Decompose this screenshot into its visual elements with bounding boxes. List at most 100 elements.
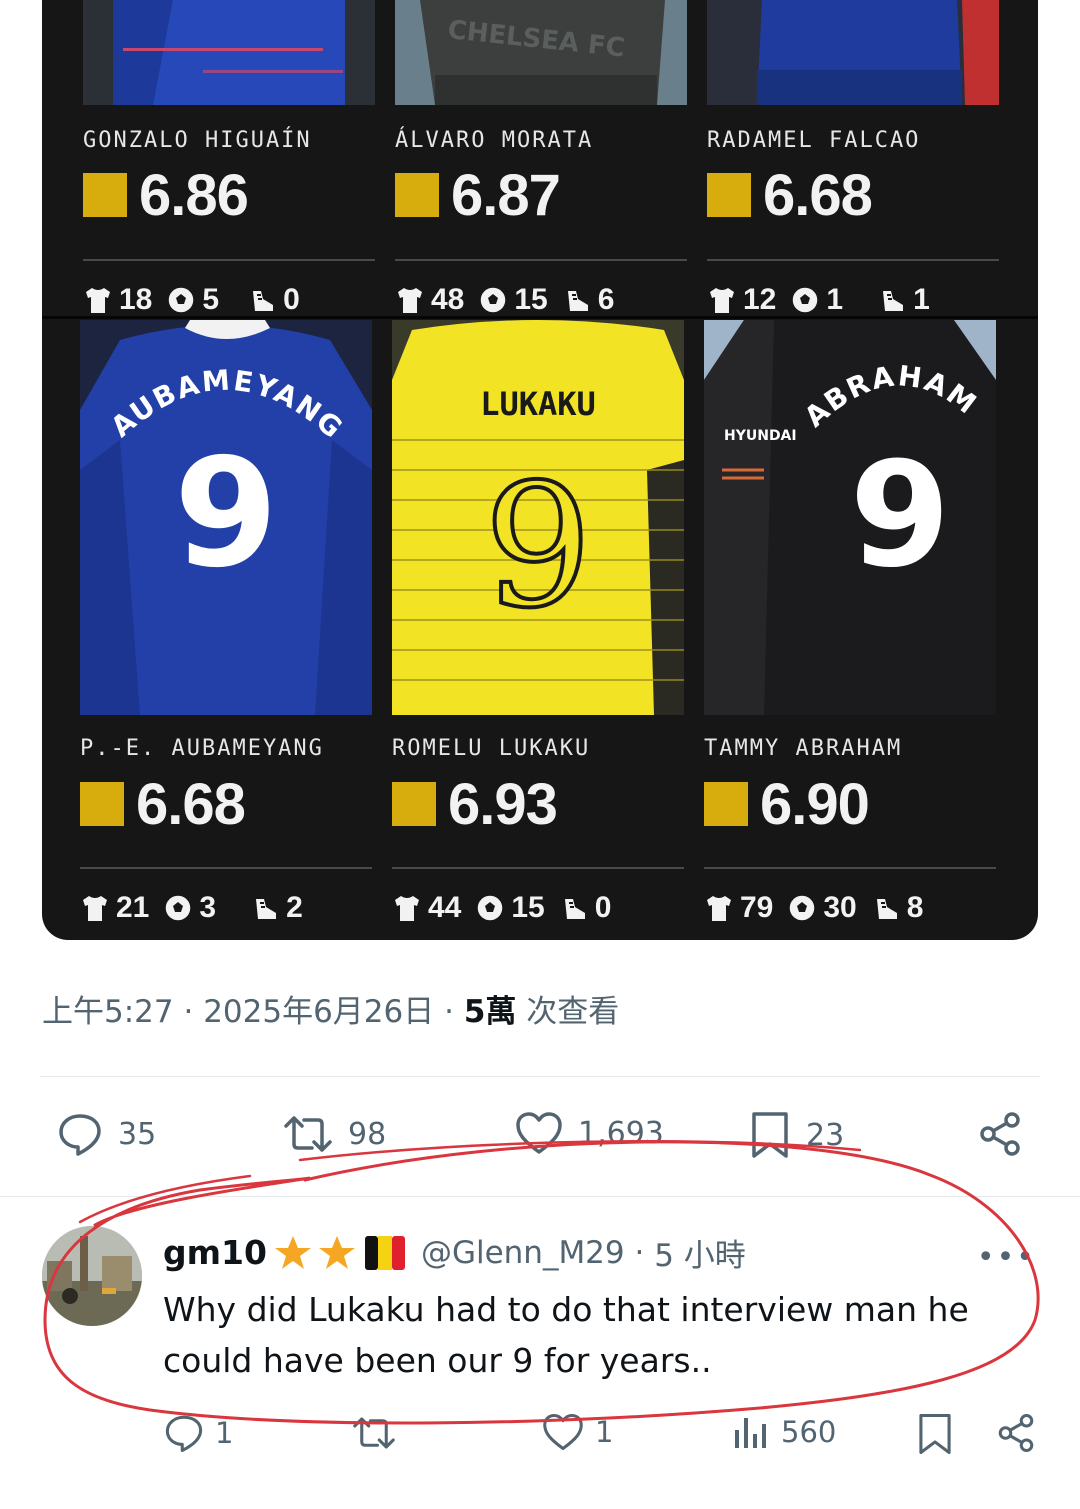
tweet-timestamp[interactable]: 上午5:27 · 2025年6月26日 · 5萬 次查看	[42, 986, 619, 1031]
reply-text: Why did Lukaku had to do that interview …	[163, 1290, 969, 1380]
appearances: 18	[119, 283, 153, 316]
tweet-date[interactable]: 2025年6月26日	[203, 994, 434, 1030]
boot-icon	[876, 899, 897, 919]
like-button[interactable]: 1,693	[514, 1110, 664, 1156]
ball-icon	[791, 286, 820, 314]
rating-value: 6.93	[448, 771, 558, 837]
player-name: TAMMY ABRAHAM	[704, 736, 903, 761]
boot-icon	[883, 291, 904, 311]
player-rating: 6.68	[707, 163, 873, 228]
like-count: 1,693	[578, 1115, 664, 1151]
rating-square	[704, 782, 748, 826]
reply-tweet[interactable]: gm10 @Glenn_M29 · 5 小時 ••• Why did Lukak…	[0, 1196, 1080, 1509]
divider	[395, 259, 687, 261]
assists: 8	[906, 891, 924, 924]
like-icon	[543, 1413, 583, 1451]
player-name: GONZALO HIGUAÍN	[83, 128, 312, 153]
bookmark-button[interactable]	[915, 1412, 965, 1456]
rating-square	[80, 782, 124, 826]
divider	[80, 867, 372, 869]
bookmark-button[interactable]: 23	[748, 1110, 844, 1160]
tweet-action-bar: 35 98 1,693 23	[42, 1110, 1038, 1166]
shirt-number: 9	[484, 448, 592, 646]
ball-icon	[164, 894, 193, 922]
rating-square	[392, 782, 436, 826]
tweet-time[interactable]: 上午5:27	[42, 994, 174, 1030]
shirt-icon	[83, 896, 107, 921]
ball-icon	[476, 894, 505, 922]
share-button[interactable]	[995, 1412, 1047, 1454]
player-stats: 48 15 6	[395, 280, 687, 320]
reply-time[interactable]: 5 小時	[654, 1230, 746, 1275]
ball-icon	[788, 894, 817, 922]
retweet-icon	[353, 1417, 395, 1449]
share-icon	[998, 1413, 1034, 1453]
reply-count: 1	[215, 1416, 234, 1450]
divider	[704, 867, 996, 869]
ball-icon	[479, 286, 508, 314]
reply-header: gm10 @Glenn_M29 · 5 小時	[163, 1230, 746, 1275]
player-photo: HYUNDAI ABRAHAM 9	[704, 320, 996, 715]
player-name: ÁLVARO MORATA	[395, 128, 594, 153]
star-icon	[318, 1235, 355, 1269]
avatar[interactable]	[42, 1226, 142, 1326]
divider	[40, 1076, 1040, 1077]
appearances: 44	[428, 891, 462, 924]
goals: 30	[823, 891, 857, 924]
views-label: 次查看	[526, 994, 620, 1030]
assists: 1	[913, 283, 930, 316]
ball-icon	[167, 286, 196, 314]
views-count: 560	[781, 1415, 837, 1449]
rating-value: 6.68	[136, 771, 246, 837]
boot-icon	[567, 291, 588, 311]
assists: 0	[283, 283, 300, 316]
shirt-number: 9	[850, 431, 951, 600]
retweet-button[interactable]	[351, 1412, 407, 1454]
player-rating: 6.87	[395, 163, 561, 228]
row-divider	[42, 316, 1038, 319]
retweet-count: 98	[348, 1116, 387, 1152]
reply-action-bar: 1 1 560	[163, 1412, 1043, 1462]
rating-square	[395, 173, 439, 217]
belgium-flag-icon	[364, 1235, 405, 1270]
sponsor-text: HYUNDAI	[724, 428, 797, 444]
retweet-button[interactable]: 98	[282, 1110, 386, 1158]
rating-value: 6.90	[760, 771, 870, 837]
player-photo: LUKAKU 9	[392, 320, 684, 715]
boot-icon	[256, 899, 277, 919]
player-photo	[707, 0, 999, 105]
shirt-icon	[86, 288, 110, 313]
player-rating: 6.86	[83, 163, 249, 228]
share-button[interactable]	[976, 1110, 1038, 1158]
reply-button[interactable]: 1	[163, 1412, 233, 1454]
views-button[interactable]: 560	[731, 1412, 836, 1452]
bookmark-count: 23	[806, 1117, 845, 1153]
player-rating: 6.93	[392, 772, 558, 837]
assists: 2	[286, 891, 303, 924]
shirt-name: LUKAKU	[480, 385, 596, 423]
more-icon[interactable]: •••	[977, 1240, 1036, 1275]
views-icon	[735, 1418, 766, 1448]
player-photo: CHELSEA FC	[395, 0, 687, 105]
like-button[interactable]: 1	[541, 1412, 613, 1452]
goals: 1	[826, 283, 844, 316]
bookmark-icon	[752, 1112, 788, 1158]
reply-button[interactable]: 35	[56, 1110, 156, 1158]
display-name[interactable]: gm10	[163, 1233, 267, 1272]
assists: 6	[597, 283, 615, 316]
divider	[392, 867, 684, 869]
shirt-icon	[710, 288, 734, 313]
shirt-icon	[707, 896, 731, 921]
reply-count: 35	[118, 1116, 157, 1152]
retweet-icon	[284, 1116, 332, 1152]
divider	[83, 259, 375, 261]
player-name: RADAMEL FALCAO	[707, 128, 921, 153]
rating-value: 6.68	[763, 162, 873, 228]
rating-value: 6.87	[451, 162, 561, 228]
user-handle[interactable]: @Glenn_M29	[421, 1235, 625, 1271]
star-icon	[274, 1235, 311, 1269]
tweet-image-card[interactable]: GONZALO HIGUAÍN 6.86 18 5 0 CHELSEA FC Á…	[42, 0, 1038, 940]
like-count: 1	[595, 1415, 614, 1449]
name-badges	[273, 1233, 405, 1273]
reply-icon	[59, 1114, 101, 1156]
